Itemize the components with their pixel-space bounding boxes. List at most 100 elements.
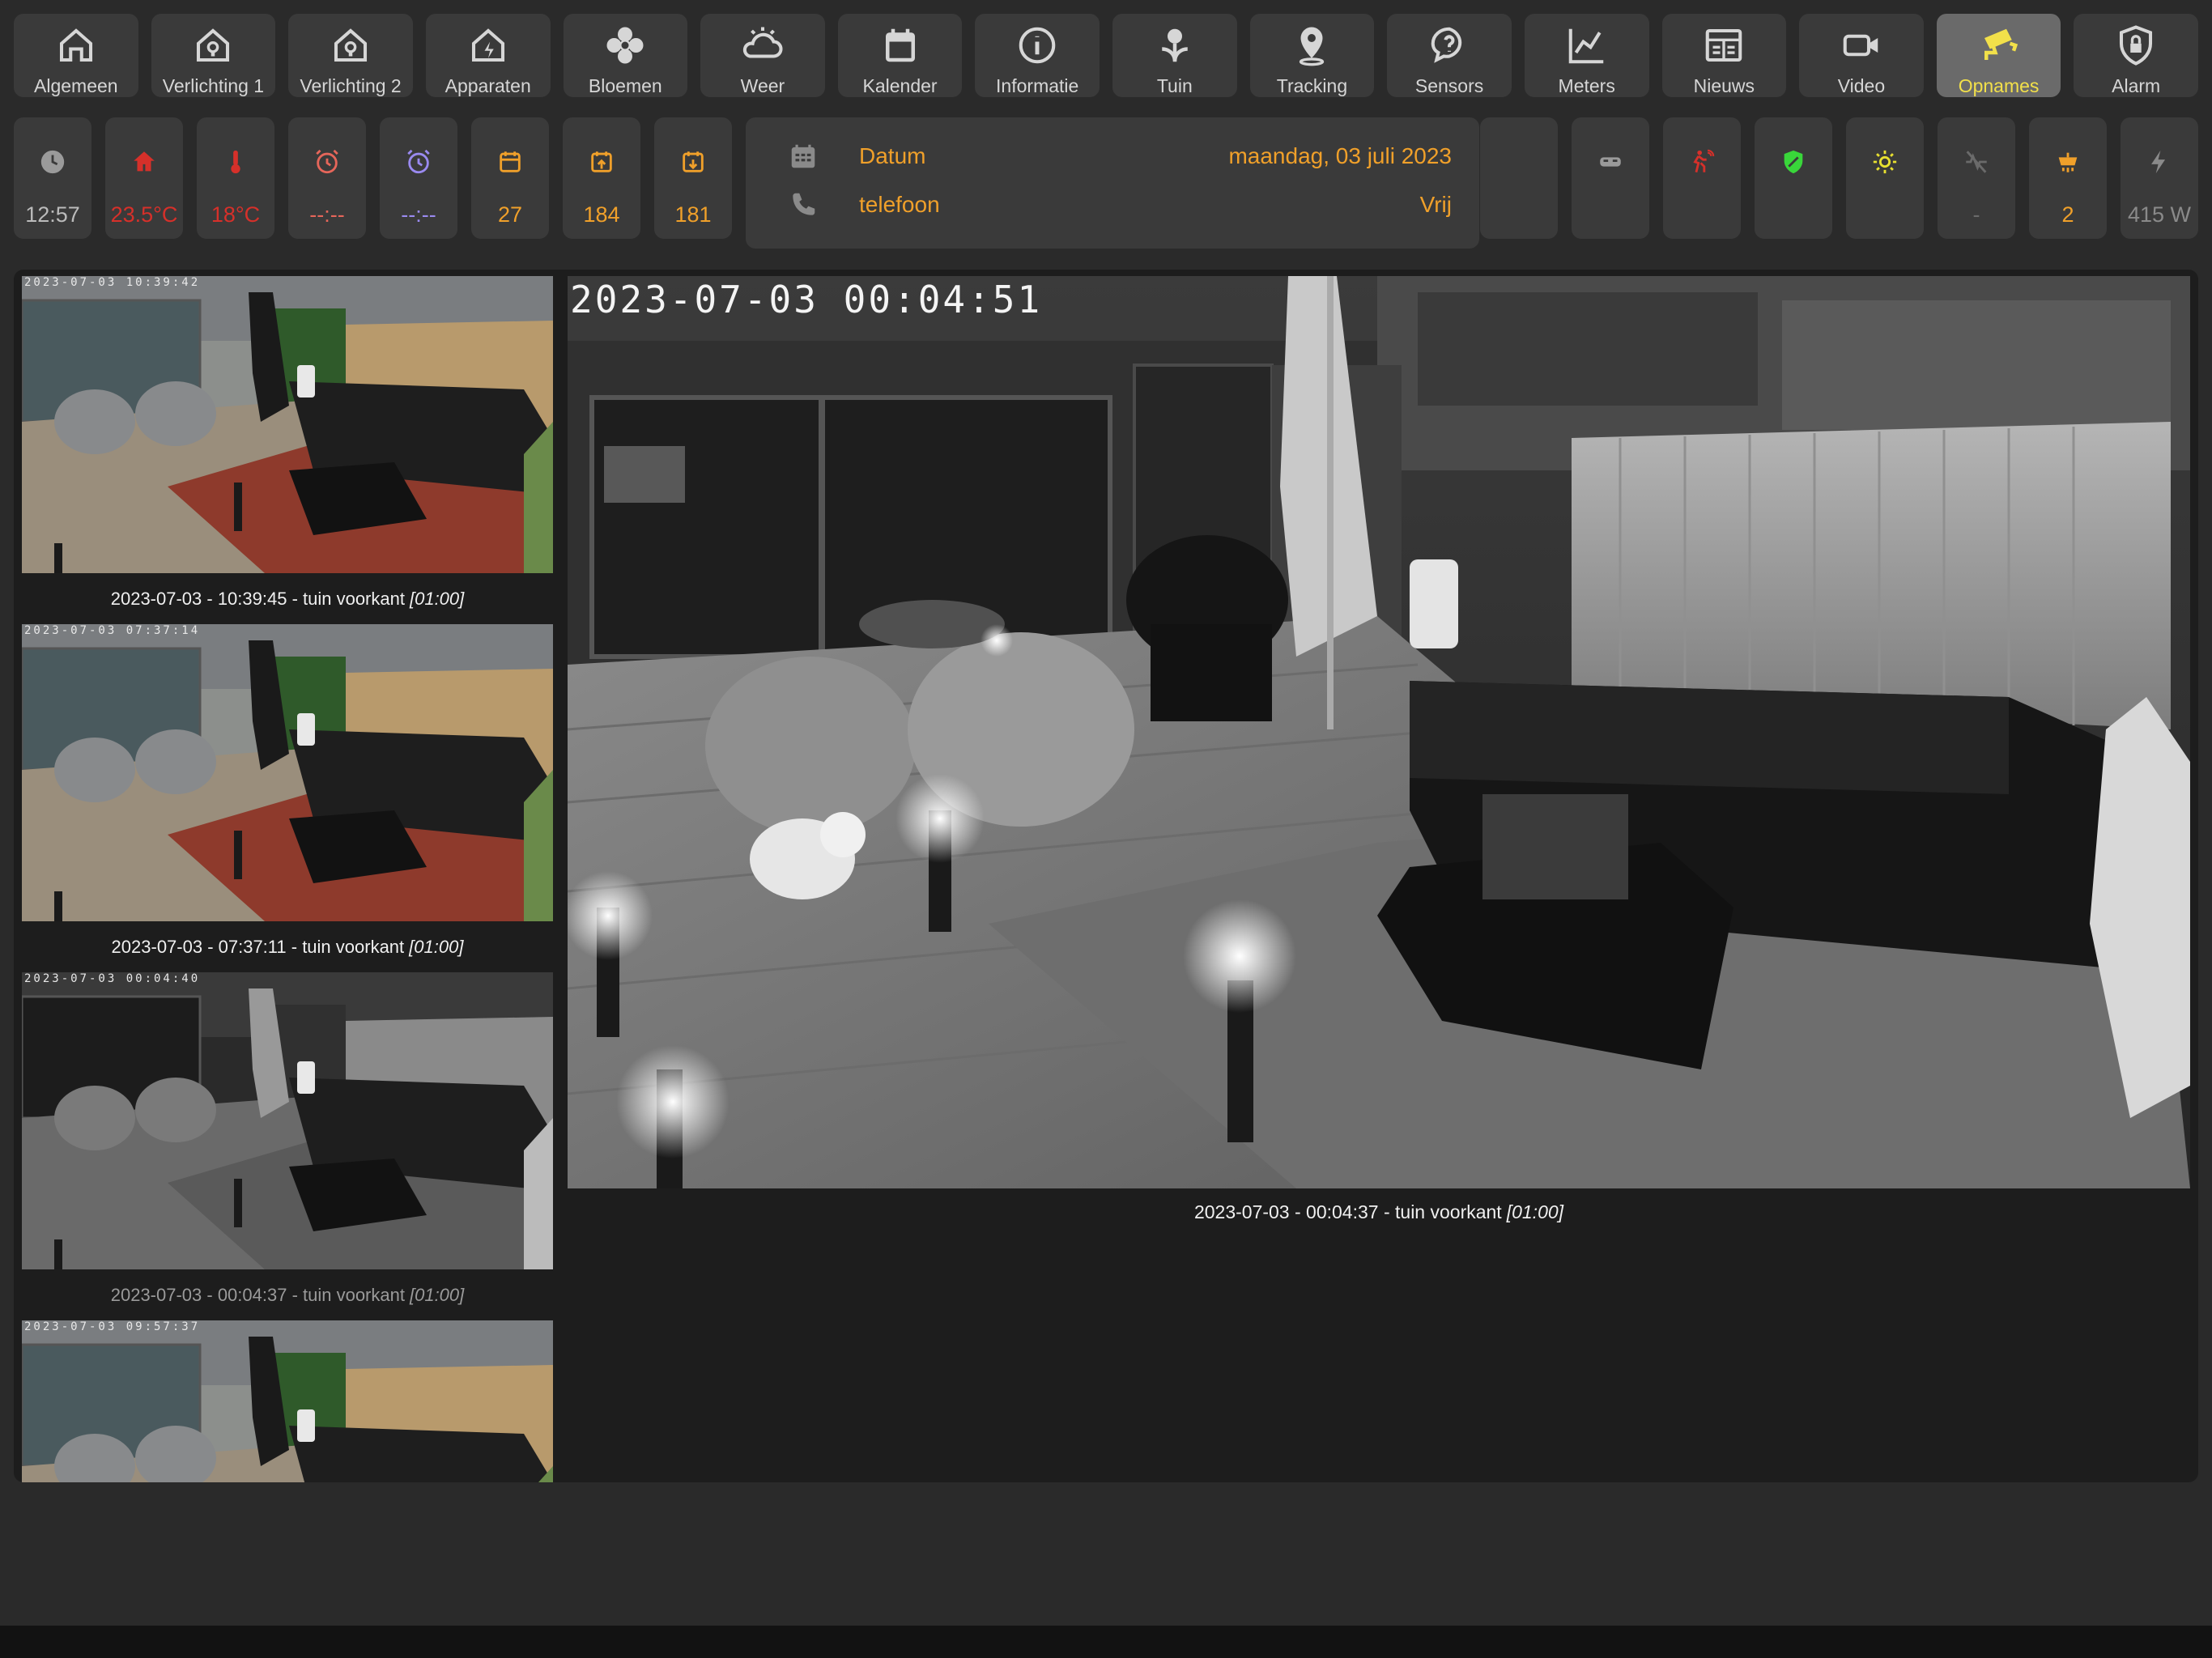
tab-kalender[interactable]: Kalender (837, 14, 963, 97)
recording-item[interactable]: 2023-07-03 10:39:42 2023-07-03 - 10:39:45… (22, 276, 553, 624)
tab-meters[interactable]: Meters (1524, 14, 1649, 97)
tab-label: Meters (1558, 75, 1615, 96)
date-label: Datum (859, 143, 926, 168)
alarm1-tile[interactable]: --:-- (288, 117, 366, 239)
tab-label: Apparaten (445, 75, 531, 96)
alarm2-tile[interactable]: --:-- (380, 117, 457, 239)
cctv-icon (1976, 22, 2023, 69)
recording-item[interactable]: 2023-07-03 00:04:40 2023-07-03 - 00:04:37… (22, 972, 553, 1320)
power-tile[interactable]: 415 W (2121, 117, 2198, 239)
robot-vacuum-icon (1594, 146, 1627, 178)
temp-outside-value: 18°C (211, 202, 261, 227)
recording-thumbnail[interactable]: 2023-07-03 00:04:40 (22, 972, 553, 1269)
thumbnail-timestamp: 2023-07-03 09:57:37 (24, 1320, 201, 1333)
home-icon (53, 22, 100, 69)
energy-off-tile[interactable]: - (1938, 117, 2015, 239)
home-power-icon (465, 22, 512, 69)
recording-item[interactable]: 2023-07-03 09:57:37 (22, 1320, 553, 1482)
tab-informatie[interactable]: Informatie (975, 14, 1100, 97)
tab-label: Tracking (1276, 75, 1348, 96)
tab-weer[interactable]: Weer (700, 14, 825, 97)
recording-thumbnail[interactable]: 2023-07-03 07:37:14 (22, 624, 553, 921)
vacuum-tile[interactable] (1572, 117, 1649, 239)
temp-inside-tile[interactable]: 23.5°C (105, 117, 183, 239)
home-light-icon (189, 22, 236, 69)
tab-algemeen[interactable]: Algemeen (14, 14, 138, 97)
ceiling-lights-icon (2052, 146, 2084, 178)
thumbnail-timestamp: 2023-07-03 10:39:42 (24, 276, 201, 289)
alarm-clock-icon (311, 146, 343, 178)
weather-icon (739, 22, 786, 69)
tab-label: Verlichting 1 (162, 75, 265, 96)
calendar-tile[interactable]: 27 (471, 117, 549, 239)
tab-verlichting-2[interactable]: Verlichting 2 (288, 14, 413, 97)
tab-label: Algemeen (34, 75, 118, 96)
home-light-icon (327, 22, 374, 69)
days-a-value: 184 (583, 202, 620, 227)
recording-thumbnail[interactable]: 2023-07-03 10:39:42 (22, 276, 553, 573)
calendar-arrow-up-icon (585, 146, 618, 178)
tab-verlichting-1[interactable]: Verlichting 1 (151, 14, 276, 97)
calendar-arrow-down-icon (677, 146, 709, 178)
calendar-icon (494, 146, 526, 178)
tab-alarm[interactable]: Alarm (2074, 14, 2198, 97)
tab-label: Opnames (1958, 75, 2040, 96)
tab-tracking[interactable]: Tracking (1249, 14, 1375, 97)
tab-bloemen[interactable]: Bloemen (563, 14, 688, 97)
pulse-off-icon (1960, 146, 1993, 178)
video-timestamp-overlay: 2023-07-03 00:04:51 (570, 278, 1043, 321)
garden-flower-icon (1151, 22, 1198, 69)
recording-thumbnail[interactable]: 2023-07-03 09:57:37 (22, 1320, 553, 1482)
viewer-duration: [01:00] (1506, 1201, 1564, 1222)
tab-label: Bloemen (588, 75, 662, 96)
date-row: Datum maandag, 03 juli 2023 (786, 136, 1452, 176)
info-icon (1014, 22, 1061, 69)
tab-video[interactable]: Video (1799, 14, 1924, 97)
recording-caption: 2023-07-03 - 00:04:37 - tuin voorkant [01… (22, 1269, 553, 1320)
tab-label: Alarm (2112, 75, 2161, 96)
motion-person-icon (1686, 146, 1718, 178)
clock-tile[interactable]: 12:57 (14, 117, 91, 239)
recording-caption: 2023-07-03 - 07:37:11 - tuin voorkant [01… (22, 921, 553, 972)
tab-sensors[interactable]: Sensors (1387, 14, 1512, 97)
thumbnail-timestamp: 2023-07-03 07:37:14 (24, 624, 201, 637)
home-icon (128, 146, 160, 178)
recording-duration: [01:00] (409, 1284, 465, 1305)
sun-tile[interactable] (1846, 117, 1924, 239)
flower-icon (602, 22, 649, 69)
days-a-tile[interactable]: 184 (563, 117, 640, 239)
lights-on-value: 2 (2061, 202, 2074, 227)
tab-label: Verlichting 2 (300, 75, 402, 96)
temp-outside-tile[interactable]: 18°C (197, 117, 274, 239)
recordings-panel: 2023-07-03 10:39:42 2023-07-03 - 10:39:45… (14, 270, 2198, 1482)
top-navigation: Algemeen Verlichting 1 Verlichting 2 Appara… (14, 14, 2198, 97)
video-camera-icon (1838, 22, 1885, 69)
line-chart-icon (1563, 22, 1610, 69)
empty-tile[interactable] (1480, 117, 1558, 239)
tab-apparaten[interactable]: Apparaten (425, 14, 551, 97)
newspaper-icon (1700, 22, 1747, 69)
tab-opnames[interactable]: Opnames (1936, 14, 2061, 97)
bottom-bar (0, 1626, 2212, 1658)
calendar-icon (877, 22, 924, 69)
energy-count-value: - (1972, 202, 1980, 227)
security-tile[interactable] (1755, 117, 1832, 239)
tab-label: Weer (740, 75, 785, 96)
recording-item[interactable]: 2023-07-03 07:37:14 2023-07-03 - 07:37:11… (22, 624, 553, 972)
motion-tile[interactable] (1663, 117, 1741, 239)
tab-label: Informatie (996, 75, 1079, 96)
days-b-value: 181 (674, 202, 712, 227)
days-b-tile[interactable]: 181 (654, 117, 732, 239)
lights-tile[interactable]: 2 (2029, 117, 2107, 239)
tab-label: Video (1837, 75, 1886, 96)
recording-viewer[interactable]: 2023-07-03 00:04:51 (568, 276, 2190, 1188)
alarm1-value: --:-- (309, 202, 345, 227)
tab-nieuws[interactable]: Nieuws (1661, 14, 1787, 97)
recordings-list[interactable]: 2023-07-03 10:39:42 2023-07-03 - 10:39:45… (22, 276, 553, 1482)
clock-icon (36, 146, 69, 178)
recording-caption-text: 2023-07-03 - 00:04:37 - tuin voorkant (110, 1284, 405, 1305)
shield-check-icon (1777, 146, 1810, 178)
viewer-caption-text: 2023-07-03 - 00:04:37 - tuin voorkant (1193, 1201, 1502, 1222)
time-value: 12:57 (25, 202, 80, 227)
tab-tuin[interactable]: Tuin (1112, 14, 1237, 97)
